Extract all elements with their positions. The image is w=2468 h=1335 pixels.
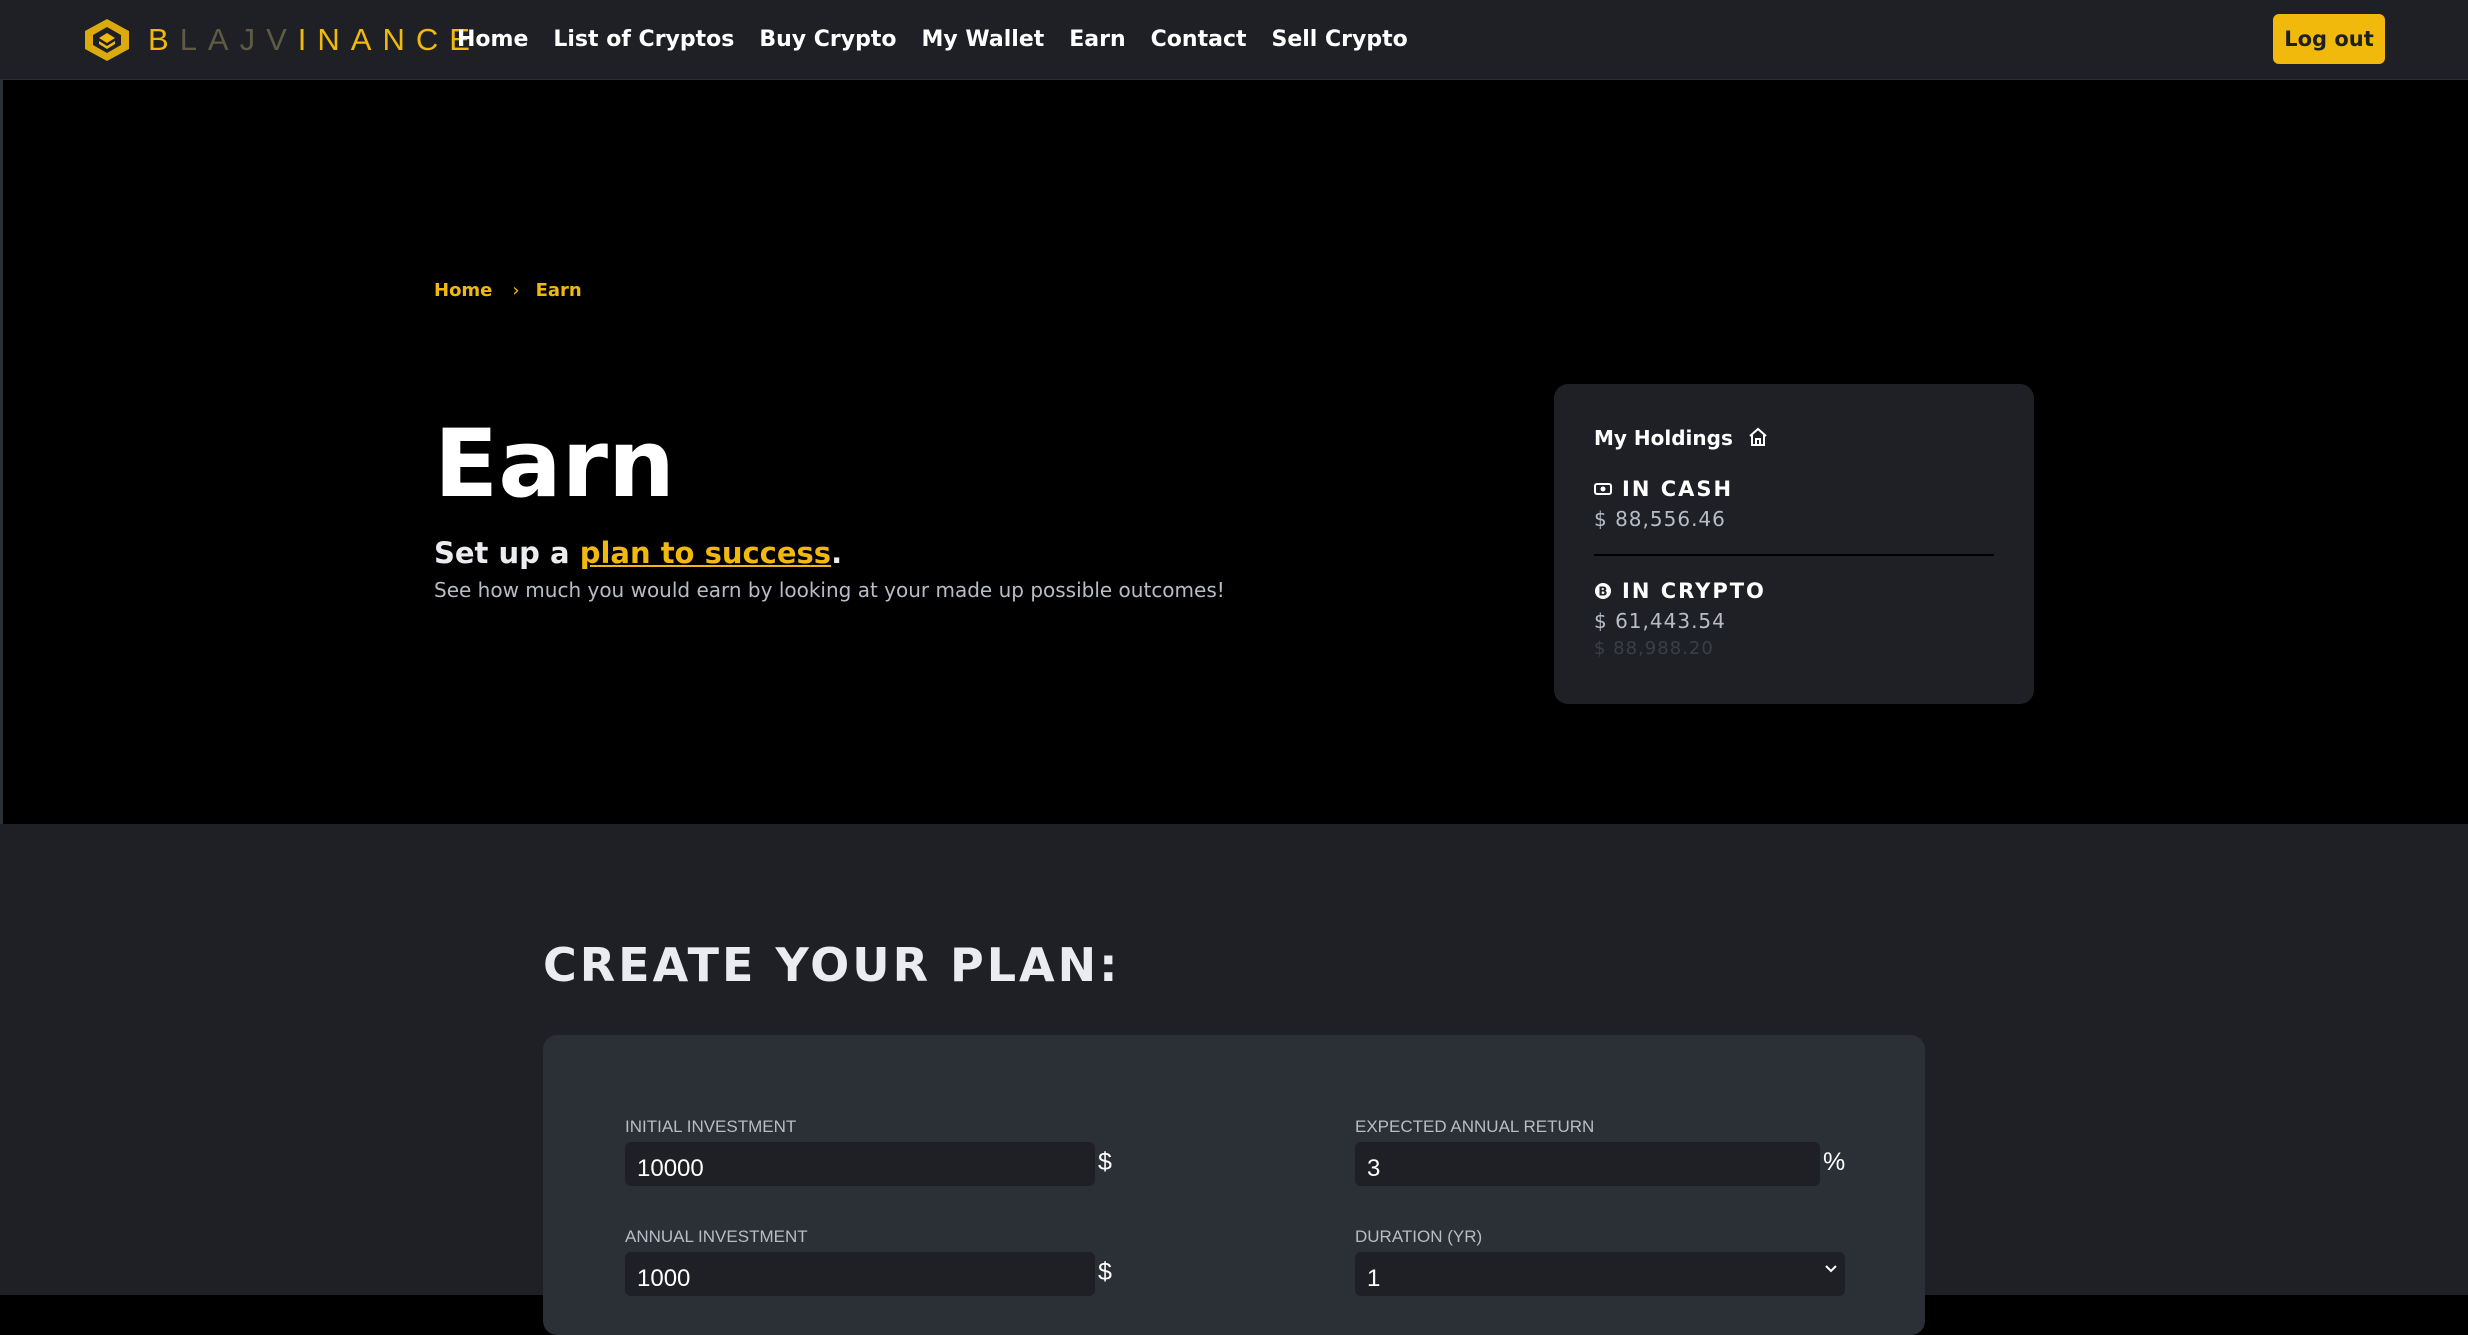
brand-part-2: LAJV: [179, 22, 298, 57]
home-icon: [1749, 427, 1767, 446]
initial-investment-input[interactable]: 10000: [625, 1142, 1095, 1186]
crypto-label-text: IN CRYPTO: [1622, 579, 1766, 603]
hero-subtitle-prefix: Set up a: [434, 536, 580, 570]
duration-label: DURATION (YR): [1355, 1227, 1483, 1246]
left-edge-divider: [0, 79, 3, 824]
hero-subtitle: Set up a plan to success.: [434, 536, 842, 570]
holdings-divider: [1594, 554, 1994, 556]
initial-investment-unit: $: [1098, 1148, 1112, 1176]
annual-return-label: EXPECTED ANNUAL RETURN: [1355, 1117, 1595, 1136]
annual-investment-input[interactable]: 1000: [625, 1252, 1095, 1296]
crypto-label: B IN CRYPTO: [1594, 579, 1766, 603]
holdings-title-text: My Holdings: [1594, 426, 1733, 450]
breadcrumb: Home › Earn: [434, 280, 582, 301]
page-title: Earn: [434, 410, 675, 519]
nav-links: Home List of Cryptos Buy Crypto My Walle…: [457, 24, 1433, 56]
cash-value: $ 88,556.46: [1594, 507, 1726, 531]
breadcrumb-home[interactable]: Home: [434, 280, 492, 301]
cash-label-text: IN CASH: [1622, 477, 1734, 501]
hero-subtitle-suffix: .: [831, 536, 843, 570]
nav-link-buy-crypto[interactable]: Buy Crypto: [759, 24, 896, 56]
duration-select[interactable]: 1: [1355, 1252, 1845, 1296]
svg-text:B: B: [1598, 585, 1607, 599]
brand-part-1: B: [148, 22, 180, 57]
nav-link-sell-crypto[interactable]: Sell Crypto: [1272, 24, 1408, 56]
initial-investment-label: INITIAL INVESTMENT: [625, 1117, 797, 1136]
breadcrumb-current[interactable]: Earn: [536, 280, 582, 301]
logo-icon[interactable]: [83, 17, 131, 63]
plan-title: CREATE YOUR PLAN:: [543, 938, 1121, 992]
nav-link-my-wallet[interactable]: My Wallet: [922, 24, 1045, 56]
breadcrumb-separator: ›: [512, 280, 520, 301]
nav-link-earn[interactable]: Earn: [1069, 24, 1125, 56]
annual-return-input[interactable]: 3: [1355, 1142, 1820, 1186]
bitcoin-icon: B: [1595, 583, 1611, 599]
crypto-value: $ 61,443.54: [1594, 609, 1726, 633]
annual-return-unit: %: [1823, 1148, 1846, 1176]
plan-to-success-link[interactable]: plan to success: [580, 536, 831, 570]
cash-label: IN CASH: [1594, 477, 1733, 501]
annual-investment-label: ANNUAL INVESTMENT: [625, 1227, 808, 1246]
holdings-title: My Holdings: [1594, 426, 1768, 450]
chevron-down-icon: [1825, 1265, 1837, 1273]
nav-link-home[interactable]: Home: [457, 24, 528, 56]
cash-icon: [1594, 483, 1612, 495]
top-navbar: BLAJVINANCE Home List of Cryptos Buy Cry…: [0, 0, 2468, 80]
logout-button[interactable]: Log out: [2273, 14, 2385, 64]
nav-link-contact[interactable]: Contact: [1151, 24, 1247, 56]
annual-investment-unit: $: [1098, 1258, 1112, 1286]
nav-link-list-of-cryptos[interactable]: List of Cryptos: [553, 24, 734, 56]
plan-card: INITIAL INVESTMENT 10000 $ EXPECTED ANNU…: [543, 1035, 1925, 1335]
holdings-card: My Holdings IN CASH $ 88,556.46 B IN CRY…: [1554, 384, 2034, 704]
brand-name[interactable]: BLAJVINANCE: [148, 22, 481, 58]
brand-part-3: INANCE: [297, 22, 481, 57]
hero-description: See how much you would earn by looking a…: [434, 578, 1225, 602]
crypto-secondary-value: $ 88,988.20: [1594, 638, 1714, 659]
